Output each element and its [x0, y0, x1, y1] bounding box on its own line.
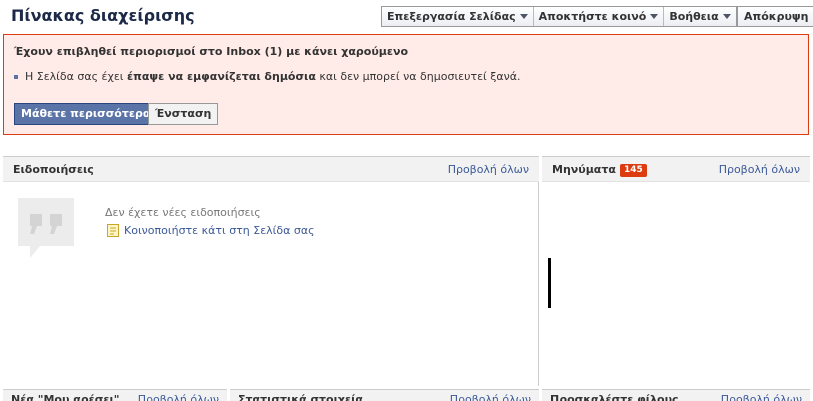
alert-title: Έχουν επιβληθεί περιορισμοί στο Inbox (1…	[14, 45, 409, 58]
notifications-title: Ειδοποιήσεις	[13, 163, 94, 176]
invite-friends-header: Προσκαλέστε φίλους Προβολή όλων	[542, 389, 810, 401]
new-likes-view-all-link[interactable]: Προβολή όλων	[138, 393, 219, 401]
messages-panel	[542, 156, 810, 401]
alert-bullet-text: Η Σελίδα σας έχει έπαψε να εμφανίζεται δ…	[25, 70, 521, 83]
help-label: Βοήθεια	[669, 10, 719, 23]
share-something-label: Κοινοποιήστε κάτι στη Σελίδα σας	[124, 224, 315, 237]
page-actions-group: Επεξεργασία Σελίδας Αποκτήστε κοινό Βοήθ…	[381, 6, 737, 27]
note-icon	[107, 224, 119, 237]
page-title: Πίνακας διαχείρισης	[11, 6, 195, 25]
chevron-down-icon	[650, 14, 659, 19]
new-likes-header: Νέα "Μου αρέσει" Προβολή όλων	[3, 389, 227, 401]
stats-view-all-link[interactable]: Προβολή όλων	[450, 393, 531, 401]
alert-bullet-prefix: Η Σελίδα σας έχει	[25, 70, 128, 83]
chevron-down-icon	[722, 14, 731, 19]
stats-title: Στατιστικά στοιχεία	[238, 393, 363, 401]
edit-page-label: Επεξεργασία Σελίδας	[387, 10, 516, 23]
notifications-header: Ειδοποιήσεις Προβολή όλων	[3, 156, 539, 182]
chevron-down-icon	[519, 14, 528, 19]
get-audience-dropdown[interactable]: Αποκτήστε κοινό	[534, 7, 665, 26]
invite-friends-title: Προσκαλέστε φίλους	[550, 393, 679, 401]
alert-bullet: Η Σελίδα σας έχει έπαψε να εμφανίζεται δ…	[14, 70, 521, 83]
notifications-panel	[3, 156, 539, 386]
share-something-link[interactable]: Κοινοποιήστε κάτι στη Σελίδα σας	[107, 224, 315, 237]
help-dropdown[interactable]: Βοήθεια	[664, 7, 735, 26]
notifications-view-all-link[interactable]: Προβολή όλων	[448, 163, 529, 176]
bullet-icon	[14, 74, 18, 79]
appeal-button[interactable]: Ένσταση	[148, 103, 219, 125]
invite-friends-view-all-link[interactable]: Προβολή όλων	[721, 393, 802, 401]
no-notifications-text: Δεν έχετε νέες ειδοποιήσεις	[105, 206, 261, 219]
restriction-alert: Έχουν επιβληθεί περιορισμοί στο Inbox (1…	[3, 34, 809, 135]
new-likes-title: Νέα "Μου αρέσει"	[11, 393, 120, 401]
redaction-bar	[548, 258, 551, 308]
quote-bubble-icon	[18, 198, 74, 258]
learn-more-button[interactable]: Μάθετε περισσότερα	[14, 103, 158, 125]
hide-button[interactable]: Απόκρυψη	[737, 6, 813, 27]
get-audience-label: Αποκτήστε κοινό	[538, 10, 647, 23]
stats-header: Στατιστικά στοιχεία Προβολή όλων	[230, 389, 539, 401]
edit-page-dropdown[interactable]: Επεξεργασία Σελίδας	[382, 7, 534, 26]
alert-bullet-suffix: και δεν μπορεί να δημοσιευτεί ξανά.	[315, 70, 521, 83]
alert-bullet-bold: έπαψε να εμφανίζεται δημόσια	[127, 70, 316, 83]
